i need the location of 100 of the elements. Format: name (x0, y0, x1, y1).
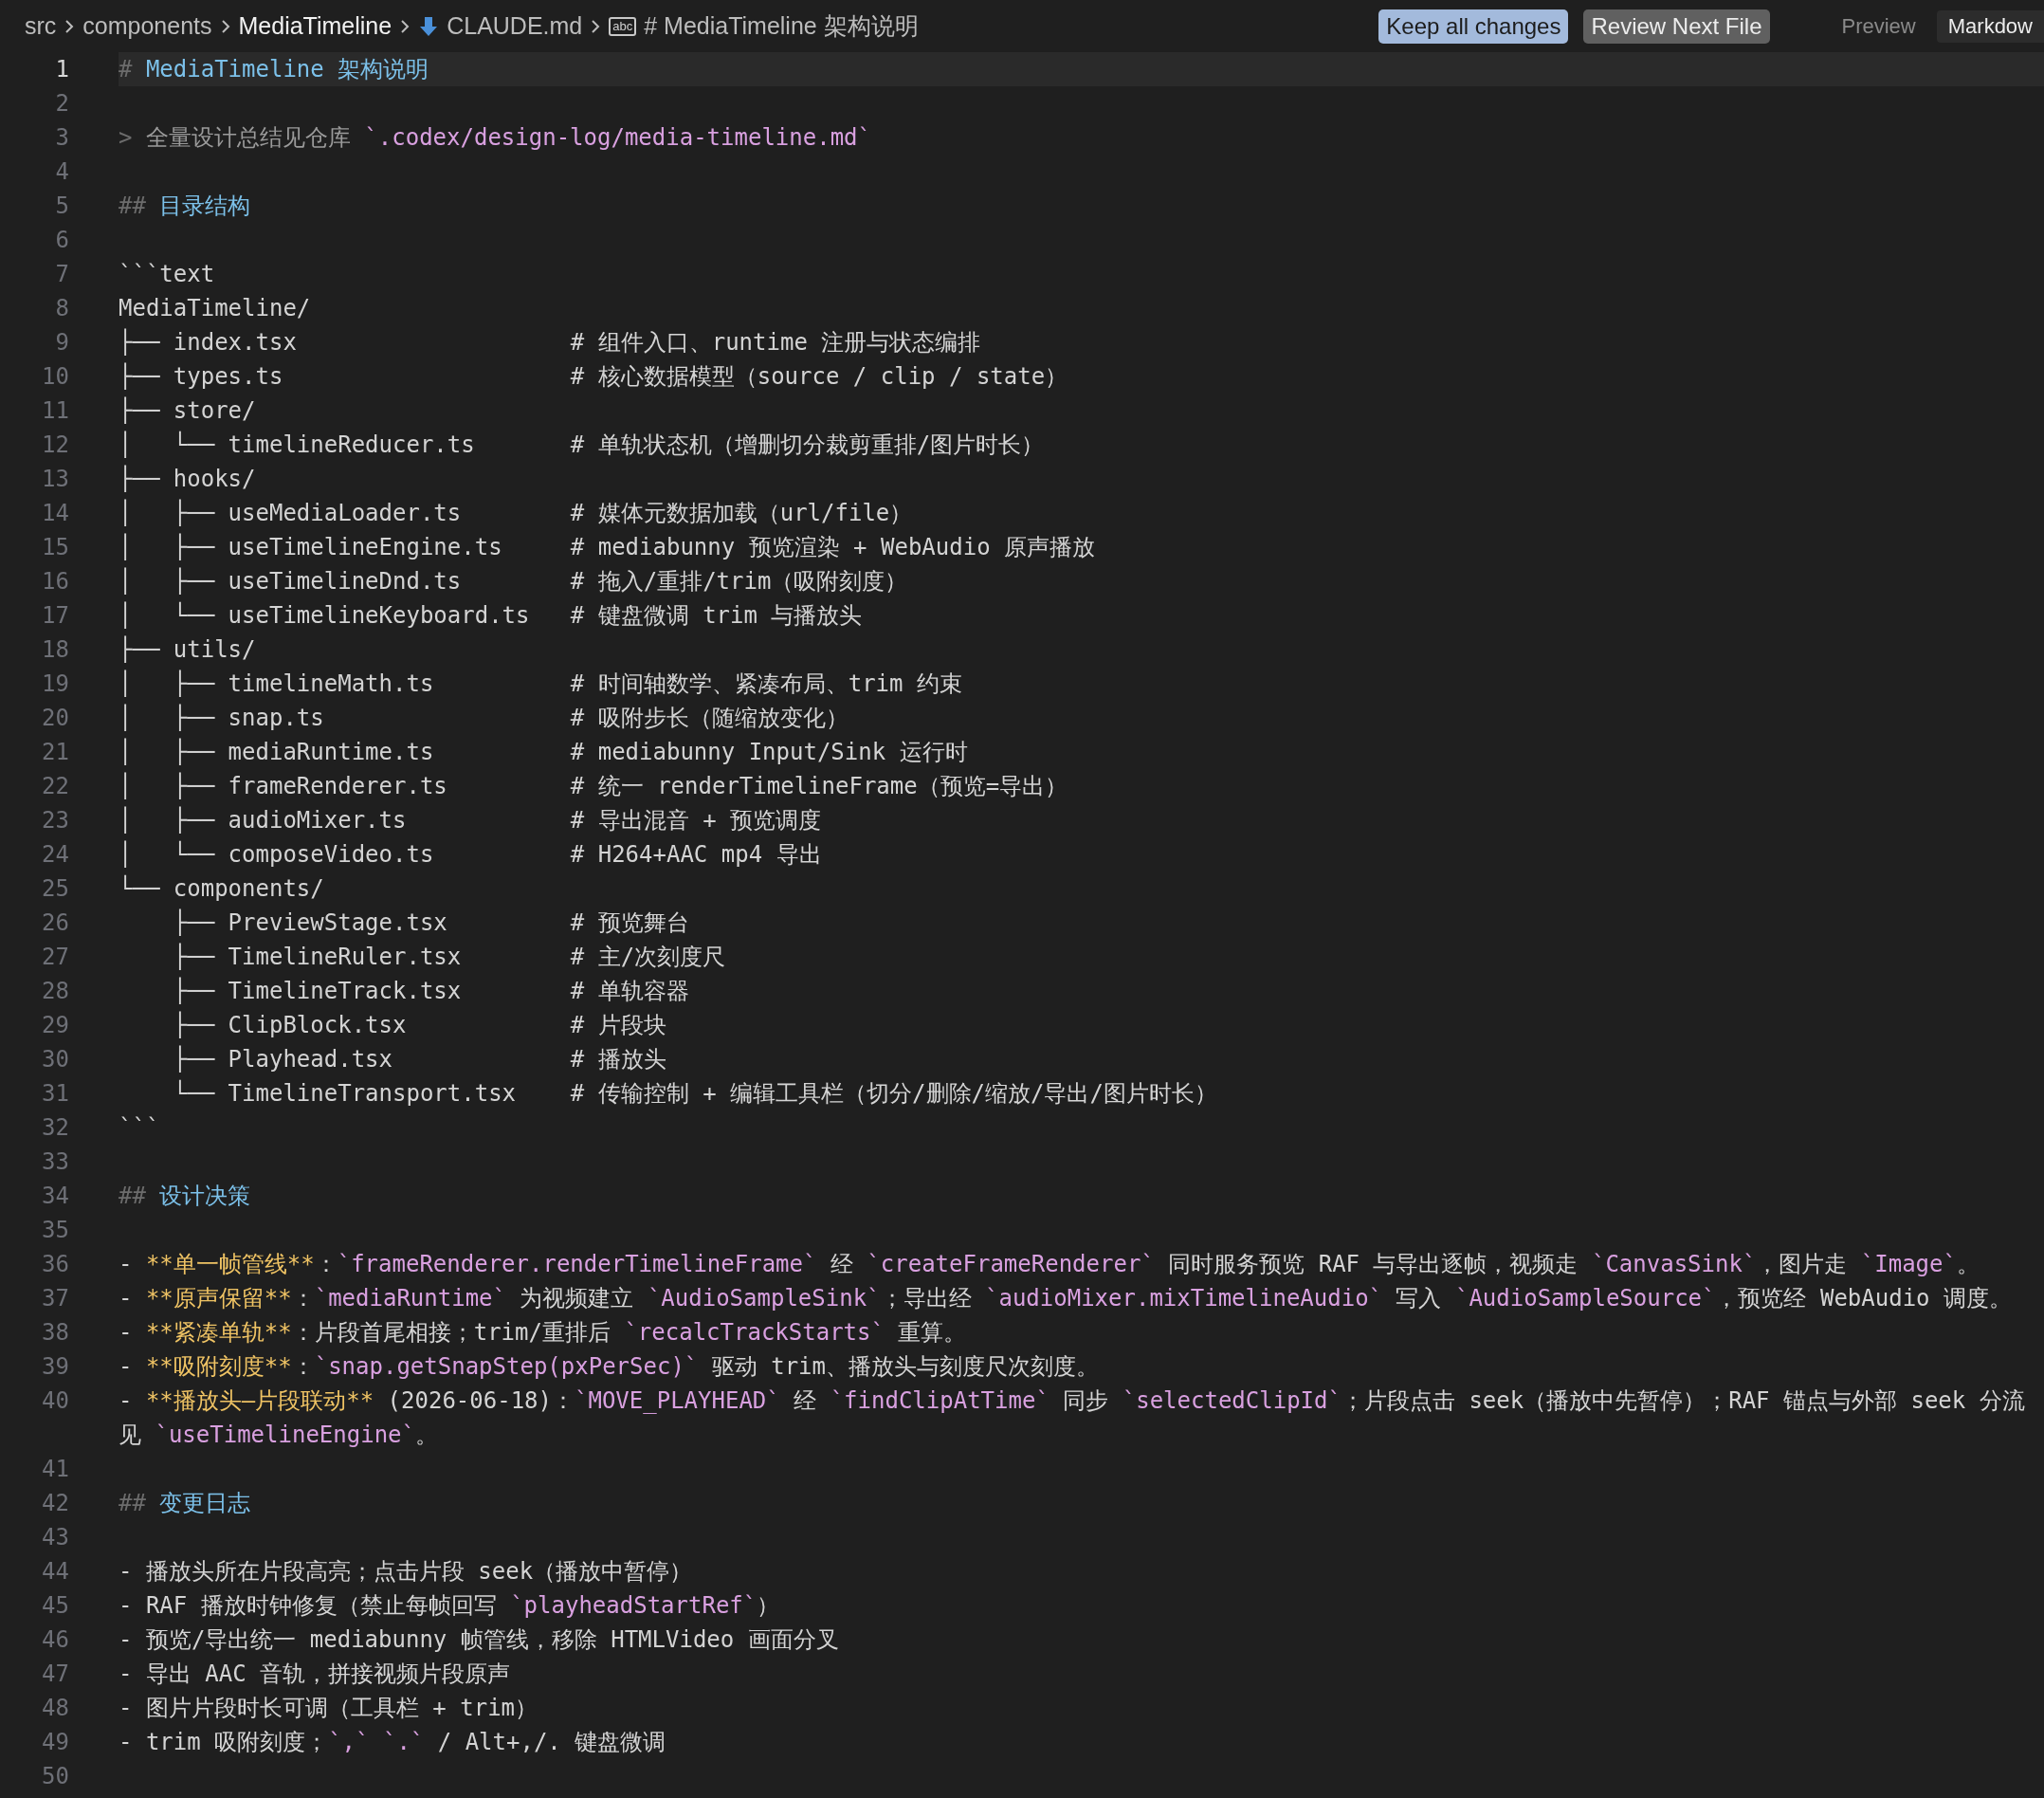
code-line: │ ├── frameRenderer.ts # 统一 renderTimelineFrame（预览=导出） (119, 771, 1069, 801)
code-line: ## 目录结构 (119, 192, 252, 221)
keep-changes-button[interactable]: Keep all changes (1378, 9, 1569, 44)
code-line: ├── TimelineRuler.tsx # 主/次刻度尺 (172, 942, 727, 972)
line-number: 28 (41, 977, 69, 1006)
line-number: 10 (41, 362, 69, 392)
code-line: 见 `useTimelineEngine`。 (119, 1421, 439, 1450)
chevron-right-icon (399, 17, 411, 35)
line-number: 32 (41, 1113, 69, 1143)
code-line: ## 设计决策 (119, 1182, 252, 1211)
code-line: ├── store/ (119, 395, 257, 426)
code-line: ├── hooks/ (119, 464, 257, 494)
line-number: 37 (41, 1284, 69, 1313)
code-line: - 图片片段时长可调（工具栏 + trim） (119, 1694, 539, 1723)
line-number: 9 (54, 328, 69, 358)
arrow-down-icon (418, 14, 440, 38)
chevron-right-icon (64, 17, 76, 35)
code-line: │ ├── timelineMath.ts # 时间轴数学、紧凑布局、trim 约束 (119, 669, 963, 699)
code-line: └── components/ (119, 873, 325, 904)
line-number: 50 (41, 1762, 69, 1791)
line-number: 18 (41, 635, 69, 665)
line-number: 41 (41, 1455, 69, 1484)
view-tab[interactable]: Markdow (1936, 9, 2044, 43)
line-number: 19 (41, 670, 69, 699)
line-number: 24 (41, 840, 69, 870)
code-line: - RAF 播放时钟修复（禁止每帧回写 `playheadStartRef`） (119, 1591, 781, 1621)
code-line: │ ├── audioMixer.ts # 导出混音 + 预览调度 (119, 805, 823, 835)
code-line: - **紧凑单轨**：片段首尾相接；trim/重排后 `recalcTrackStarts` 重算。 (119, 1318, 968, 1348)
code-line: │ └── composeVideo.ts # H264+AAC mp4 导出 (119, 839, 823, 870)
line-number: 49 (41, 1728, 69, 1757)
code-line: > 全量设计总结见仓库 `.codex/design-log/media-timeline.md` (119, 123, 872, 153)
line-number: 11 (41, 396, 69, 426)
breadcrumb-item[interactable]: # MediaTimeline 架构说明 (644, 10, 919, 42)
line-number: 26 (41, 908, 69, 938)
line-number: 39 (41, 1352, 69, 1382)
code-line: - **播放头—片段联动** (2026-06-18)：`MOVE_PLAYHEAD` 经 `findClipAtTime` 同步 `selectedClipId`；片段点击 seek（播放中先暂停）；RAF 锚点与外部 seek 分流 (119, 1386, 2026, 1416)
line-number: 40 (41, 1386, 69, 1416)
code-line: ```text (119, 260, 216, 289)
code-line: │ └── useTimelineKeyboard.ts # 键盘微调 trim 与播放头 (119, 600, 864, 631)
breadcrumb-item[interactable]: MediaTimeline (238, 12, 392, 40)
code-line: │ ├── useTimelineDnd.ts # 拖入/重排/trim（吸附刻度） (119, 566, 909, 596)
line-number: 8 (54, 294, 69, 323)
code-line: │ ├── mediaRuntime.ts # mediabunny Input/Sink 运行时 (119, 737, 969, 767)
line-number: 14 (41, 499, 69, 528)
line-number: 38 (41, 1318, 69, 1348)
code-line: - **单一帧管线**：`frameRenderer.renderTimelineFrame` 经 `createFrameRenderer` 同时服务预览 RAF 与导出逐帧，视频走 `CanvasSink`，图片走 `Image`。 (119, 1250, 1980, 1279)
line-number: 48 (41, 1694, 69, 1723)
text-symbol-icon: abc (609, 16, 637, 36)
line-number: 17 (41, 601, 69, 631)
code-line: ``` (119, 1113, 161, 1143)
line-number: 46 (41, 1625, 69, 1655)
breadcrumb-item[interactable]: components (82, 12, 212, 40)
code-line: - 播放头所在片段高亮；点击片段 seek（播放中暂停） (119, 1557, 694, 1587)
line-number: 16 (41, 567, 69, 596)
line-number: 45 (41, 1591, 69, 1621)
line-number: 27 (41, 943, 69, 972)
line-number: 36 (41, 1250, 69, 1279)
code-line: - 预览/导出统一 mediabunny 帧管线，移除 HTMLVideo 画面分叉 (119, 1625, 840, 1655)
line-number: 23 (41, 806, 69, 835)
view-tab[interactable]: Preview (1830, 9, 1927, 43)
breadcrumb-item[interactable]: src (25, 12, 57, 40)
code-line: ## 变更日志 (119, 1489, 252, 1518)
code-line: ├── types.ts # 核心数据模型（source / clip / state） (119, 361, 1069, 392)
code-line: ├── utils/ (119, 634, 257, 665)
line-number: 2 (54, 89, 69, 119)
line-number: 47 (41, 1660, 69, 1689)
line-number: 29 (41, 1011, 69, 1040)
line-number: 15 (41, 533, 69, 562)
code-line: ├── PreviewStage.tsx # 预览舞台 (172, 908, 690, 938)
review-next-button[interactable]: Review Next File (1583, 9, 1770, 44)
code-line: - trim 吸附刻度；`,` `.` / Alt+,/. 键盘微调 (119, 1728, 667, 1757)
line-number: 31 (41, 1079, 69, 1109)
line-number: 7 (54, 260, 69, 289)
code-line: - **吸附刻度**：`snap.getSnapStep(pxPerSec)` 驱动 trim、播放头与刻度尺次刻度。 (119, 1352, 1100, 1382)
line-number: 25 (41, 874, 69, 904)
line-number: 1 (54, 55, 69, 84)
code-line: │ ├── useMediaLoader.ts # 媒体元数据加载（url/file） (119, 498, 914, 528)
code-line: - **原声保留**：`mediaRuntime` 为视频建立 `AudioSampleSink`；导出经 `audioMixer.mixTimelineAudio` 写入 `AudioSampleSource`，预览经 WebAudio 调度。 (119, 1284, 2013, 1313)
line-number: 35 (41, 1216, 69, 1245)
breadcrumb-item[interactable]: CLAUDE.md (447, 12, 583, 40)
line-number: 44 (41, 1557, 69, 1587)
line-number: 33 (41, 1147, 69, 1177)
code-line: ├── index.tsx # 组件入口、runtime 注册与状态编排 (119, 327, 982, 358)
chevron-right-icon (219, 17, 231, 35)
line-number: 43 (41, 1523, 69, 1552)
line-number: 5 (54, 192, 69, 221)
line-number: 20 (41, 704, 69, 733)
line-number: 6 (54, 226, 69, 255)
code-line: │ └── timelineReducer.ts # 单轨状态机（增删切分裁剪重排/图片时长） (119, 430, 1046, 460)
line-number: 21 (41, 738, 69, 767)
code-line: ├── TimelineTrack.tsx # 单轨容器 (172, 976, 690, 1006)
line-number: 13 (41, 465, 69, 494)
line-number: 3 (54, 123, 69, 153)
code-line: ├── ClipBlock.tsx # 片段块 (172, 1010, 667, 1040)
line-number: 4 (54, 157, 69, 187)
code-line: ├── Playhead.tsx # 播放头 (172, 1044, 667, 1074)
line-number: 42 (41, 1489, 69, 1518)
code-line: │ ├── useTimelineEngine.ts # mediabunny 预览渲染 + WebAudio 原声播放 (119, 532, 1097, 562)
line-number: 12 (41, 431, 69, 460)
code-line: MediaTimeline/ (119, 294, 312, 323)
